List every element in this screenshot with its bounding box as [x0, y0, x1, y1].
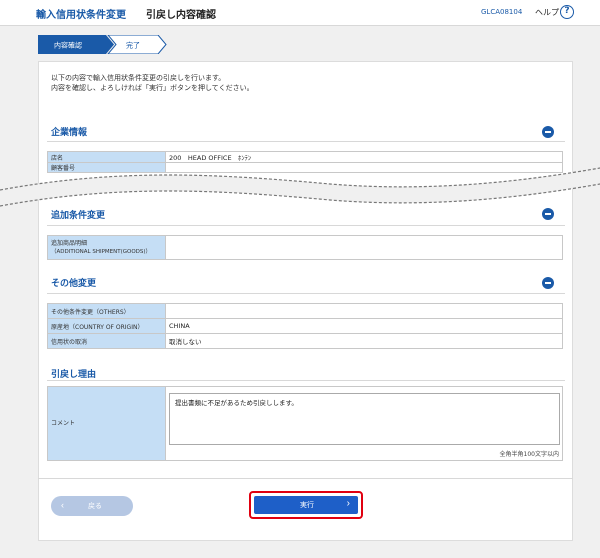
row-label-additional-goods: 追加商品明細 （ADDITIONAL SHIPMENT(GOODS)） [47, 235, 166, 260]
screen-id: GLCA08104 [481, 8, 523, 16]
step-indicator: 内容確認 完了 [38, 35, 167, 54]
collapse-other-icon[interactable] [542, 277, 554, 289]
help-link[interactable]: ヘルプ [535, 7, 559, 18]
section-rule [47, 380, 565, 381]
table-row: 追加商品明細 （ADDITIONAL SHIPMENT(GOODS)） [47, 235, 563, 260]
step-complete-label: 完了 [126, 41, 140, 50]
back-button-label: 戻る [88, 503, 102, 510]
table-row: 原産地（COUNTRY OF ORIGIN） CHINA [47, 318, 563, 334]
row-label-origin: 原産地（COUNTRY OF ORIGIN） [47, 318, 166, 334]
section-title-reason: 引戻し理由 [51, 370, 97, 380]
question-icon[interactable]: ? [560, 5, 574, 19]
section-rule [47, 293, 565, 294]
app-title: 輸入信用状条件変更 [36, 10, 126, 21]
row-value-additional-goods [165, 235, 563, 260]
section-rule [47, 225, 565, 226]
row-value-others [165, 303, 563, 319]
comment-table: コメント 提出書類に不足があるため引戻しします。 全角半角100文字以内 [47, 386, 563, 461]
collapse-additional-icon[interactable] [542, 208, 554, 220]
execute-button-label: 実行 [300, 502, 314, 509]
back-button[interactable]: ‹ 戻る [51, 496, 133, 516]
footer-rule [38, 478, 573, 479]
page-title: 引戻し内容確認 [146, 10, 216, 21]
row-value-origin: CHINA [165, 318, 563, 334]
table-row: 信用状の取消 取消しない [47, 333, 563, 349]
step-confirm-label: 内容確認 [54, 41, 82, 50]
row-label-additional-goods-en: （ADDITIONAL SHIPMENT(GOODS)） [51, 248, 152, 255]
row-label-cancel: 信用状の取消 [47, 333, 166, 349]
row-label-additional-goods-jp: 追加商品明細 [51, 239, 88, 247]
other-table: その他条件変更（OTHERS） 原産地（COUNTRY OF ORIGIN） C… [47, 303, 563, 349]
section-title-company: 企業情報 [51, 128, 88, 138]
table-row: その他条件変更（OTHERS） [47, 303, 563, 319]
intro-text: 以下の内容で輸入信用状条件変更の引戻しを行います。 内容を確認し、よろしければ「… [51, 73, 254, 93]
row-value-cancel: 取消しない [165, 333, 563, 349]
comment-textarea[interactable]: 提出書類に不足があるため引戻しします。 [169, 393, 560, 445]
comment-label: コメント [48, 387, 166, 460]
app-header: 輸入信用状条件変更 引戻し内容確認 GLCA08104 ヘルプ ? [0, 0, 600, 26]
section-rule [47, 141, 565, 142]
comment-limit-note: 全角半角100文字以内 [499, 451, 559, 458]
main-panel [38, 61, 573, 541]
collapse-company-icon[interactable] [542, 126, 554, 138]
chevron-right-icon: › [346, 498, 350, 509]
section-title-additional: 追加条件変更 [51, 211, 106, 221]
additional-table: 追加商品明細 （ADDITIONAL SHIPMENT(GOODS)） [47, 235, 563, 260]
execute-button[interactable]: 実行 › [254, 496, 358, 514]
section-title-other: その他変更 [51, 279, 97, 289]
chevron-left-icon: ‹ [61, 500, 64, 510]
row-label-others: その他条件変更（OTHERS） [47, 303, 166, 319]
intro-line-2: 内容を確認し、よろしければ「実行」ボタンを押してください。 [51, 84, 254, 92]
intro-line-1: 以下の内容で輸入信用状条件変更の引戻しを行います。 [51, 74, 226, 82]
